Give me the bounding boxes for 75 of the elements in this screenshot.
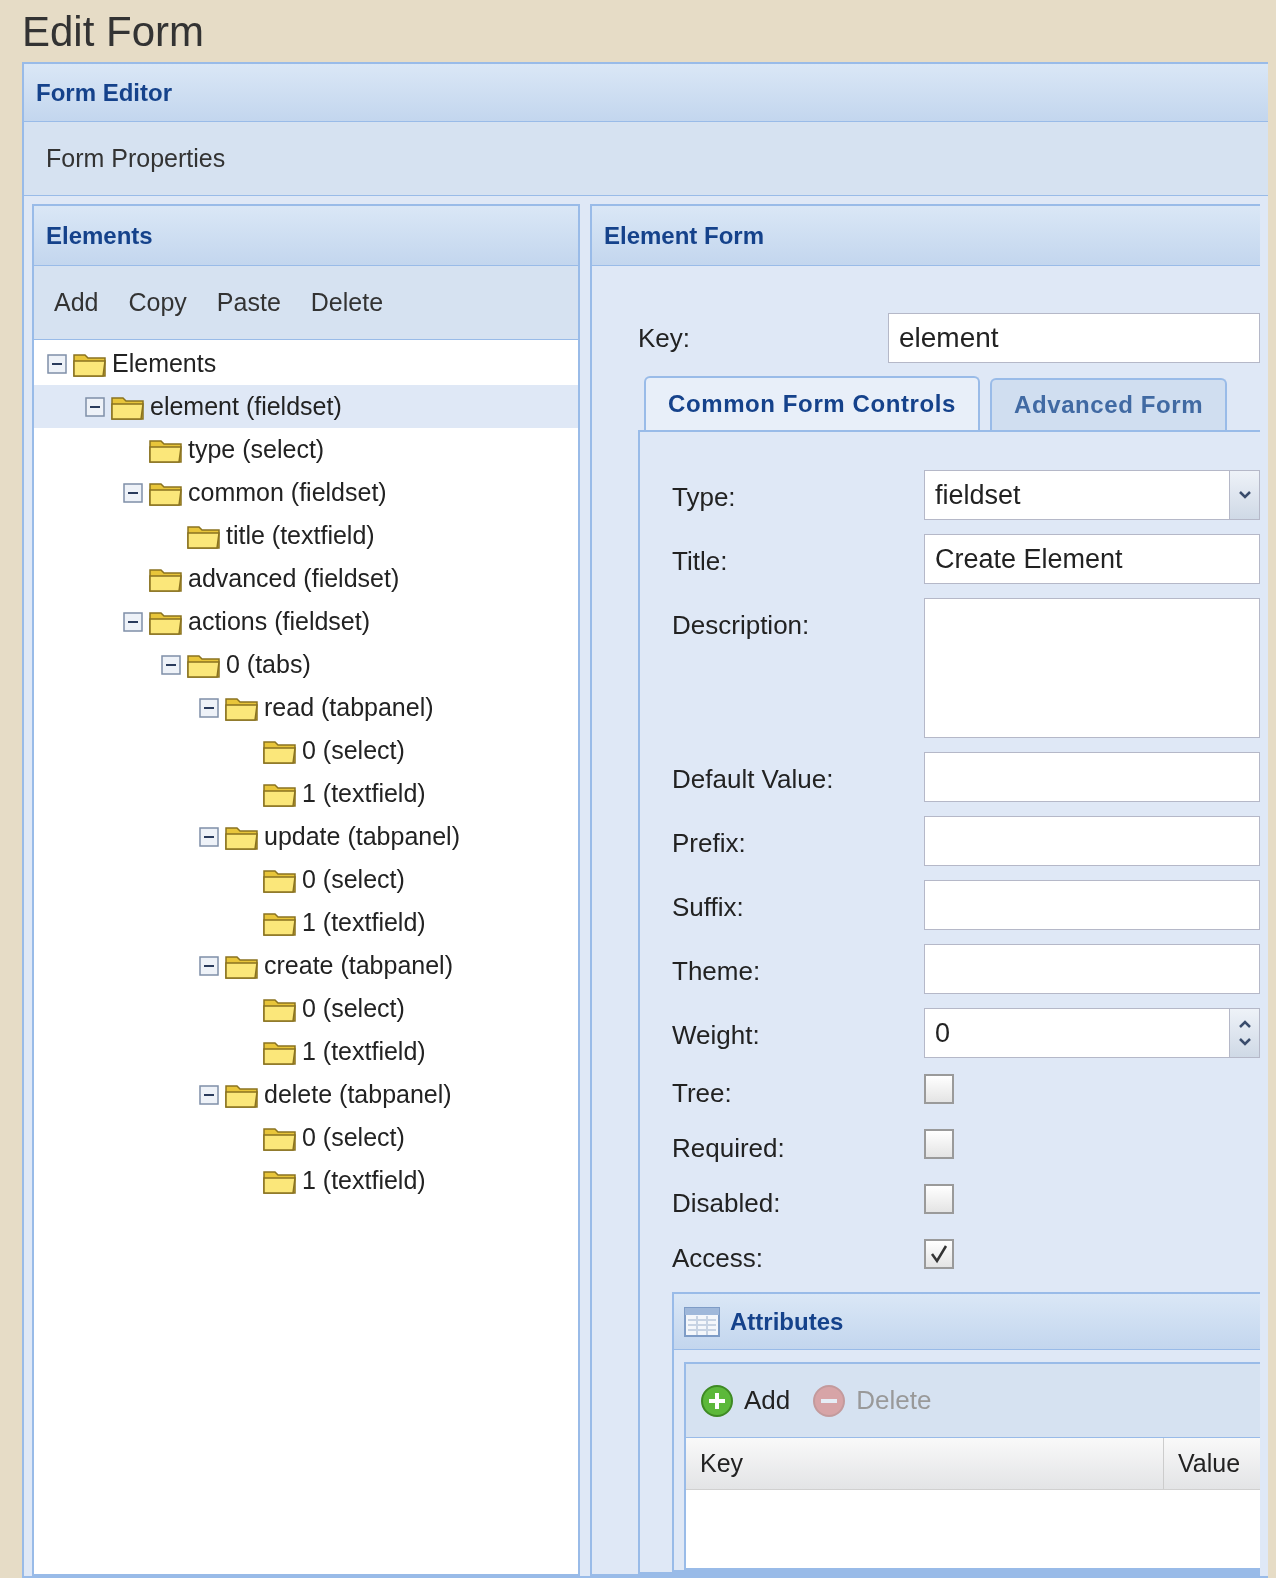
collapse-icon[interactable] [199,826,219,847]
tree-label: element (fieldset) [150,390,342,422]
remove-icon [812,1383,847,1418]
collapse-icon[interactable] [47,353,67,374]
chevron-down-icon [1237,490,1252,500]
text-field[interactable] [924,816,1260,866]
tree-label: delete (tabpanel) [264,1078,452,1110]
number-field[interactable]: 0 [924,1008,1260,1058]
checkbox[interactable] [924,1129,954,1159]
field-label: Type: [672,481,737,514]
tree-label: common (fieldset) [188,476,387,508]
tree-label: actions (fieldset) [188,605,371,637]
toolbar-button[interactable]: Add [42,277,111,328]
tree-label: 0 (select) [302,863,405,895]
tree-label: 0 (select) [302,1121,405,1153]
tree-label: 0 (select) [302,992,405,1024]
tree-label: 1 (textfield) [302,906,426,938]
collapse-icon[interactable] [199,697,219,718]
field-label: Tree: [672,1077,733,1110]
checkmark-icon [929,1244,949,1264]
select-field[interactable]: fieldset [924,470,1260,520]
toolbar-button[interactable]: Add [700,1381,791,1420]
tree-label: advanced (fieldset) [188,562,400,594]
toolbar-button[interactable]: Paste [204,277,293,328]
tree-label: 1 (textfield) [302,1035,426,1067]
text-field[interactable] [924,880,1260,930]
tree-label: Elements [112,347,217,379]
tree-label: 0 (select) [302,734,405,766]
collapse-icon[interactable] [199,955,219,976]
panel-title: Attributes [730,1306,844,1337]
field-label: Disabled: [672,1187,782,1220]
toolbar-button[interactable]: Form Properties [34,133,238,184]
tree-node[interactable]: element (fieldset) [34,385,578,428]
collapse-icon[interactable] [199,1084,219,1105]
tree-label: update (tabpanel) [264,820,460,852]
text-field[interactable]: Create Element [924,534,1260,584]
column-header[interactable]: Key [686,1438,1164,1489]
tree-label: title (textfield) [226,519,375,551]
tree-label: 1 (textfield) [302,1164,426,1196]
field-label: Prefix: [672,827,747,860]
page-title: Edit Form [22,6,205,57]
tree-label: type (select) [188,433,325,465]
panel-title: Elements [46,220,153,251]
collapse-icon[interactable] [123,482,143,503]
collapse-icon[interactable] [123,611,143,632]
tree-label: read (tabpanel) [264,691,434,723]
collapse-icon[interactable] [85,396,105,417]
collapse-icon[interactable] [161,654,181,675]
panel-title: Element Form [604,220,765,251]
tab[interactable]: Common Form Controls [644,376,980,430]
text-field[interactable] [924,752,1260,802]
field-label: Suffix: [672,891,745,924]
tab[interactable]: Advanced Form [990,378,1228,430]
field-label: Key: [638,321,692,355]
field-label: Access: [672,1242,765,1275]
toolbar-button[interactable]: Copy [116,277,199,328]
checkbox[interactable] [924,1239,954,1269]
tree-label: 1 (textfield) [302,777,426,809]
checkbox[interactable] [924,1184,954,1214]
panel-title: Form Editor [36,77,172,108]
field-label: Title: [672,545,729,578]
field-label: Required: [672,1132,786,1165]
column-header[interactable]: Value [1164,1438,1260,1489]
field-label: Theme: [672,955,762,988]
field-label: Weight: [672,1019,761,1052]
field-label: Description: [672,609,811,642]
toolbar-button[interactable]: Delete [298,277,396,328]
field-label: Default Value: [672,763,835,796]
text-field[interactable] [924,944,1260,994]
key-field[interactable]: element [888,313,1260,363]
table-icon [684,1306,720,1337]
add-icon [700,1383,734,1418]
tree-label: create (tabpanel) [264,949,453,981]
checkbox[interactable] [924,1074,954,1104]
tree-label: 0 (tabs) [226,648,311,680]
